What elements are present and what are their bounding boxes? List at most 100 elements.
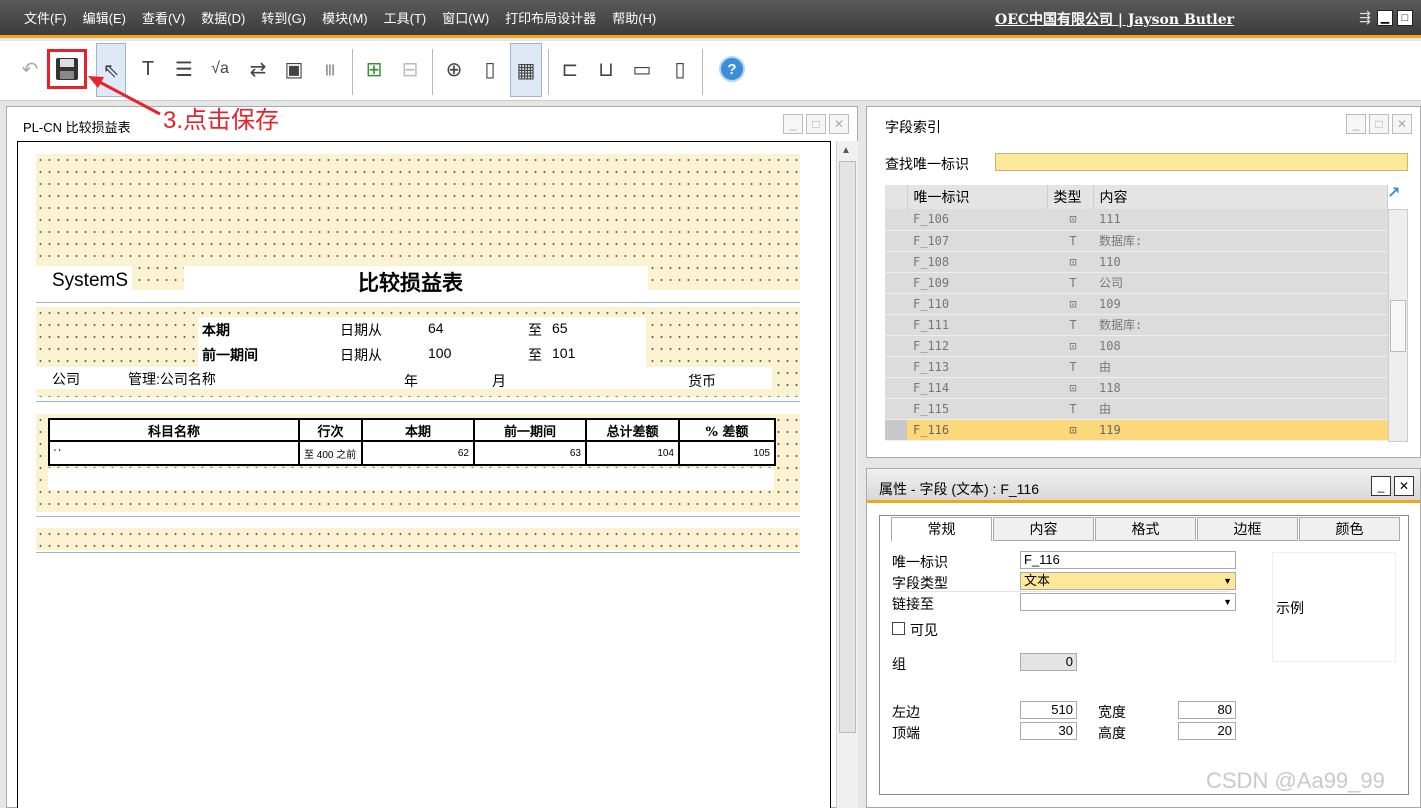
align-bottom-icon[interactable]: ⊔ xyxy=(592,55,620,83)
cell-content[interactable]: 由 xyxy=(1093,356,1388,378)
menu-help[interactable]: 帮助(H) xyxy=(612,8,656,27)
cell-uid[interactable]: F_116 xyxy=(907,419,1047,441)
cell-content[interactable]: 108 xyxy=(1093,335,1388,357)
menu-edit[interactable]: 编辑(E) xyxy=(83,8,126,27)
company-label[interactable]: 公司 xyxy=(52,369,80,389)
previous-from-field[interactable]: 100 xyxy=(428,345,451,361)
cell-previous[interactable]: 63 xyxy=(473,440,587,466)
cell-content[interactable]: 公司 xyxy=(1093,272,1388,294)
link-field-icon[interactable]: ⇄ xyxy=(244,55,272,83)
maximize-icon[interactable]: □ xyxy=(1369,114,1389,134)
cell-content[interactable]: 118 xyxy=(1093,377,1388,399)
col-line-no[interactable]: 行次 xyxy=(298,418,363,442)
current-to-field[interactable]: 65 xyxy=(552,320,568,336)
top-field[interactable]: 30 xyxy=(1020,722,1077,740)
width-field[interactable]: 80 xyxy=(1178,701,1236,719)
cell-content[interactable]: 109 xyxy=(1093,293,1388,315)
cell-content[interactable]: 111 xyxy=(1093,209,1388,231)
col-percent-diff[interactable]: % 差额 xyxy=(678,418,776,442)
cell-uid[interactable]: F_111 xyxy=(907,314,1047,336)
menu-modules[interactable]: 模块(M) xyxy=(322,8,368,27)
search-uid-input[interactable] xyxy=(995,153,1408,171)
table-row[interactable]: F_109 T 公司 xyxy=(885,272,1388,294)
table-row[interactable]: F_106 ⊡ 111 xyxy=(885,209,1388,231)
table-row[interactable]: ' ' 至 400 之前 62 63 104 105 xyxy=(48,440,776,466)
cell-content[interactable]: 由 xyxy=(1093,398,1388,420)
scroll-up-icon[interactable]: ▲ xyxy=(841,145,851,156)
table-row[interactable]: F_114 ⊡ 118 xyxy=(885,377,1388,399)
cell-uid[interactable]: F_109 xyxy=(907,272,1047,294)
text-field-icon[interactable]: T xyxy=(134,55,162,83)
table-row[interactable]: F_116 ⊡ 119 xyxy=(885,419,1388,441)
table-row[interactable]: F_111 T 数据库: xyxy=(885,314,1388,336)
report-tab-title[interactable]: PL-CN 比较损益表 xyxy=(23,117,131,136)
menu-window[interactable]: 窗口(W) xyxy=(442,8,489,27)
menu-print-layout-designer[interactable]: 打印布局设计器 xyxy=(505,8,596,27)
table-row[interactable]: F_107 T 数据库: xyxy=(885,230,1388,252)
page-icon[interactable]: ▯ xyxy=(476,55,504,83)
cell-content[interactable]: 110 xyxy=(1093,251,1388,273)
month-label[interactable]: 月 xyxy=(492,371,506,391)
help-button[interactable]: ? xyxy=(718,55,746,83)
settings-icon[interactable]: ⇶ xyxy=(1357,10,1373,26)
close-icon[interactable]: ✕ xyxy=(829,114,849,134)
group-tree-icon[interactable]: ⊞ xyxy=(360,55,388,83)
system-label[interactable]: SystemS xyxy=(52,270,128,292)
tab-color[interactable]: 颜色 xyxy=(1299,517,1400,541)
tab-border[interactable]: 边框 xyxy=(1197,517,1298,541)
col-uid[interactable]: 唯一标识 xyxy=(907,185,1048,209)
company-name-field[interactable]: 管理:公司名称 xyxy=(128,369,216,389)
cell-content[interactable]: 119 xyxy=(1093,419,1388,441)
maximize-icon[interactable]: □ xyxy=(806,114,826,134)
save-button[interactable] xyxy=(47,49,87,89)
company-user-link[interactable]: OEC中国有限公司 | Jayson Butler xyxy=(995,9,1234,29)
select-pointer-icon[interactable]: ⇖ xyxy=(96,43,126,97)
align-left-icon[interactable]: ⊏ xyxy=(556,55,584,83)
col-account-name[interactable]: 科目名称 xyxy=(48,418,300,442)
field-type-select[interactable]: 文本 ▼ xyxy=(1020,572,1236,590)
tab-content[interactable]: 内容 xyxy=(993,517,1094,541)
menu-view[interactable]: 查看(V) xyxy=(142,8,185,27)
previous-period-label[interactable]: 前一期间 xyxy=(202,345,258,365)
minimize-icon[interactable]: _ xyxy=(783,114,803,134)
maximize-icon[interactable]: □ xyxy=(1397,10,1413,26)
barcode-field-icon[interactable]: ||| xyxy=(316,55,344,83)
formula-field-icon[interactable]: √a xyxy=(206,55,234,83)
table-row[interactable]: F_108 ⊡ 110 xyxy=(885,251,1388,273)
cell-content[interactable]: 数据库: xyxy=(1093,230,1388,252)
to-label[interactable]: 至 xyxy=(528,320,542,340)
cell-content[interactable]: 数据库: xyxy=(1093,314,1388,336)
grid-icon[interactable]: ▦ xyxy=(510,43,542,97)
to-label[interactable]: 至 xyxy=(528,345,542,365)
find-icon[interactable]: ⊕ xyxy=(440,55,468,83)
menu-file[interactable]: 文件(F) xyxy=(24,8,67,27)
cell-uid[interactable]: F_115 xyxy=(907,398,1047,420)
ungroup-tree-icon[interactable]: ⊟ xyxy=(396,55,424,83)
cell-uid[interactable]: F_112 xyxy=(907,335,1047,357)
tab-general[interactable]: 常规 xyxy=(891,517,992,541)
cell-uid[interactable]: F_110 xyxy=(907,293,1047,315)
table-row[interactable]: F_110 ⊡ 109 xyxy=(885,293,1388,315)
menu-tools[interactable]: 工具(T) xyxy=(384,8,427,27)
table-row[interactable]: F_113 T 由 xyxy=(885,356,1388,378)
link-to-select[interactable]: ▼ xyxy=(1020,593,1236,611)
col-total-diff[interactable]: 总计差额 xyxy=(585,418,680,442)
index-vertical-scrollbar[interactable] xyxy=(1388,209,1408,442)
database-field-icon[interactable]: ☰ xyxy=(170,55,198,83)
menu-goto[interactable]: 转到(G) xyxy=(261,8,306,27)
scrollbar-thumb[interactable] xyxy=(1390,300,1406,352)
picture-field-icon[interactable]: ▣ xyxy=(280,55,308,83)
cell-uid[interactable]: F_106 xyxy=(907,209,1047,231)
field-index-table[interactable]: 唯一标识 类型 内容 F_106 ⊡ 111 F_107 T 数据库: F_108 ⊡ 110 F… xyxy=(885,185,1388,441)
undo-icon[interactable]: ↶ xyxy=(16,55,44,83)
year-label[interactable]: 年 xyxy=(404,371,418,391)
report-heading[interactable]: 比较损益表 xyxy=(358,267,463,297)
cell-line-no[interactable]: 至 400 之前 xyxy=(298,440,363,466)
expand-arrow-icon[interactable]: ↗ xyxy=(1387,183,1400,203)
col-previous[interactable]: 前一期间 xyxy=(473,418,587,442)
cell-percent-diff[interactable]: 105 xyxy=(678,440,776,466)
col-type[interactable]: 类型 xyxy=(1047,185,1094,209)
table-row[interactable]: F_115 T 由 xyxy=(885,398,1388,420)
cell-uid[interactable]: F_114 xyxy=(907,377,1047,399)
menu-data[interactable]: 数据(D) xyxy=(201,8,245,27)
